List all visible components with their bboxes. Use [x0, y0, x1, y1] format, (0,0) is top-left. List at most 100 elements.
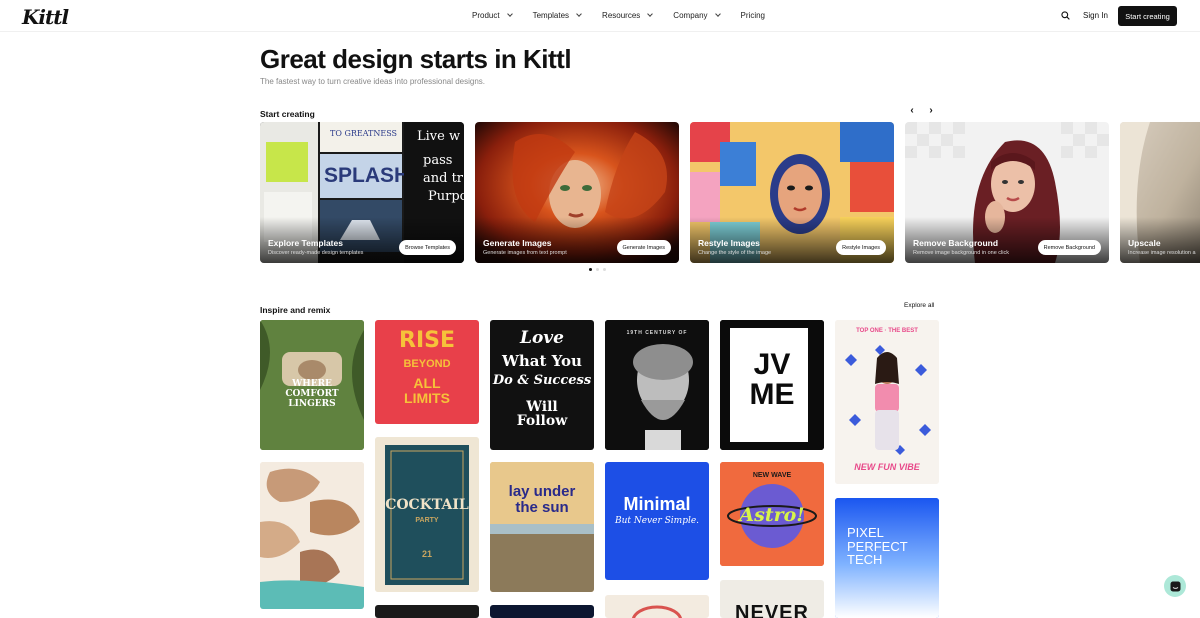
search-icon[interactable]	[1061, 11, 1070, 20]
template-tile-statue[interactable]: 19TH CENTURY OF	[605, 320, 709, 450]
inspire-remix-heading: Inspire and remix	[260, 305, 331, 315]
chevron-down-icon	[714, 11, 721, 17]
pagination-dot[interactable]	[603, 268, 606, 271]
browse-templates-button[interactable]: Browse Templates	[399, 240, 456, 255]
tile-text: BEYOND	[403, 358, 451, 370]
remove-background-button[interactable]: Remove Background	[1037, 240, 1101, 255]
tile-text: But Never Simple.	[614, 516, 700, 526]
chat-button[interactable]	[1164, 575, 1186, 597]
template-tile-love-what-you-do[interactable]: Love What You Do & Success Will Follow	[490, 320, 594, 450]
template-tile[interactable]	[605, 595, 709, 618]
tile-text: NEVER	[735, 602, 809, 618]
template-tile-where-comfort[interactable]: WHERE COMFORT LINGERS	[260, 320, 364, 450]
tile-text: Astro!	[739, 504, 805, 526]
card-subtitle: Remove image background in one click	[913, 250, 1009, 256]
template-tile-new-fun-vibe[interactable]: TOP ONE · THE BEST NEW FUN VIBE	[835, 320, 939, 484]
template-tile-abstract[interactable]	[260, 462, 364, 609]
card-explore-templates[interactable]: TO GREATNESS SPLASH Live w pass and tr P…	[260, 122, 464, 263]
card-subtitle: Discover ready-made design templates	[268, 250, 364, 256]
tile-text: COCKTAIL	[385, 497, 469, 513]
chevron-right-icon: ›	[929, 104, 933, 116]
template-tile-pixel-perfect[interactable]: PIXEL PERFECT TECH	[835, 498, 939, 618]
tile-text: lay under the sun	[508, 483, 576, 516]
template-tile-jvme[interactable]: JV ME	[720, 320, 824, 450]
card-restyle-images[interactable]: Restyle Images Change the style of the i…	[690, 122, 894, 263]
nav-templates[interactable]: Templates	[532, 11, 582, 20]
tile-image	[835, 320, 939, 484]
nav-resources[interactable]: Resources	[602, 11, 654, 20]
card-upscale[interactable]: Upscale Increase image resolution a	[1120, 122, 1200, 263]
tile-text: PIXEL PERFECT TECH	[847, 525, 908, 568]
start-creating-heading: Start creating	[260, 109, 315, 119]
svg-text:Live w: Live w	[417, 129, 460, 144]
tile-text: 19TH CENTURY OF	[626, 330, 688, 336]
template-tile-never[interactable]: NEVER	[720, 580, 824, 618]
carousel-prev-button[interactable]: ‹	[906, 104, 918, 116]
template-tile-rise-beyond[interactable]: RISE BEYOND ALL LIMITS	[375, 320, 479, 424]
card-title: Explore Templates	[268, 238, 343, 248]
tile-text: JV ME	[749, 348, 795, 411]
tile-text: RISE	[399, 328, 455, 353]
template-tile-minimal[interactable]: Minimal But Never Simple.	[605, 462, 709, 580]
chevron-down-icon	[506, 11, 513, 17]
pagination-dot[interactable]	[596, 268, 599, 271]
nav-company[interactable]: Company	[673, 11, 721, 20]
card-subtitle: Generate images from text prompt	[483, 250, 567, 256]
card-subtitle: Change the style of the image	[698, 250, 772, 256]
svg-text:Purpo: Purpo	[428, 189, 464, 204]
template-tile-astro[interactable]: NEW WAVE Astro!	[720, 462, 824, 566]
tile-image	[631, 605, 683, 618]
template-tile-cocktail-party[interactable]: COCKTAIL PARTY 21	[375, 437, 479, 592]
restyle-images-button[interactable]: Restyle Images	[836, 240, 886, 255]
card-title: Upscale	[1128, 238, 1161, 248]
tile-text: PARTY	[415, 517, 439, 524]
card-title: Restyle Images	[698, 238, 760, 248]
template-tile[interactable]	[375, 605, 479, 618]
nav-pricing-label: Pricing	[740, 11, 765, 20]
card-title: Remove Background	[913, 238, 999, 248]
generate-images-button[interactable]: Generate Images	[616, 240, 671, 255]
pagination-dot[interactable]	[589, 268, 592, 271]
nav-company-label: Company	[673, 11, 708, 20]
chevron-down-icon	[647, 11, 654, 17]
sign-in-link[interactable]: Sign In	[1083, 11, 1108, 20]
svg-text:pass: pass	[423, 153, 452, 168]
nav-pricing[interactable]: Pricing	[741, 11, 765, 20]
tile-text: Minimal	[623, 494, 691, 514]
template-tile[interactable]	[490, 605, 594, 618]
carousel-next-button[interactable]: ›	[925, 104, 937, 116]
tile-text: WHERE COMFORT LINGERS	[285, 379, 339, 409]
tile-image	[490, 462, 594, 592]
card-generate-images[interactable]: Generate Images Generate images from tex…	[475, 122, 679, 263]
chevron-down-icon	[576, 11, 582, 17]
nav-templates-label: Templates	[532, 11, 570, 20]
start-creating-button[interactable]: Start creating	[1118, 6, 1177, 26]
nav-resources-label: Resources	[602, 11, 641, 20]
page-title: Great design starts in Kittl	[260, 44, 572, 74]
tile-image	[605, 320, 709, 450]
tile-text: NEW WAVE	[752, 472, 792, 479]
tile-text: Do & Success	[492, 373, 592, 388]
svg-text:and tr: and tr	[423, 171, 464, 186]
page-subtitle: The fastest way to turn creative ideas i…	[260, 77, 486, 86]
nav-product-label: Product	[472, 11, 500, 20]
template-tile-lay-under-the-sun[interactable]: lay under the sun	[490, 462, 594, 592]
tile-image	[260, 462, 364, 609]
svg-text:TO GREATNESS: TO GREATNESS	[330, 129, 397, 138]
tile-text: TOP ONE · THE BEST	[856, 328, 918, 334]
nav-product[interactable]: Product	[472, 11, 513, 20]
kittl-logo[interactable]: Kittl	[22, 5, 69, 29]
chat-icon	[1170, 581, 1180, 591]
carousel-pagination	[589, 268, 610, 271]
explore-all-link[interactable]: Explore all	[904, 302, 934, 309]
top-header: Kittl Product Templates Resources Compan…	[0, 0, 1200, 32]
tile-text: NEW FUN VIBE	[854, 462, 920, 472]
tile-text: Will Follow	[516, 399, 568, 429]
main-nav: Product Templates Resources Company Pric…	[472, 11, 786, 20]
tile-text: What You	[502, 352, 582, 370]
card-remove-background[interactable]: Remove Background Remove image backgroun…	[905, 122, 1109, 263]
svg-text:SPLASH: SPLASH	[324, 164, 409, 187]
tile-image	[375, 437, 479, 592]
tile-text: 21	[421, 549, 432, 559]
tile-text: ALL LIMITS	[404, 375, 450, 407]
